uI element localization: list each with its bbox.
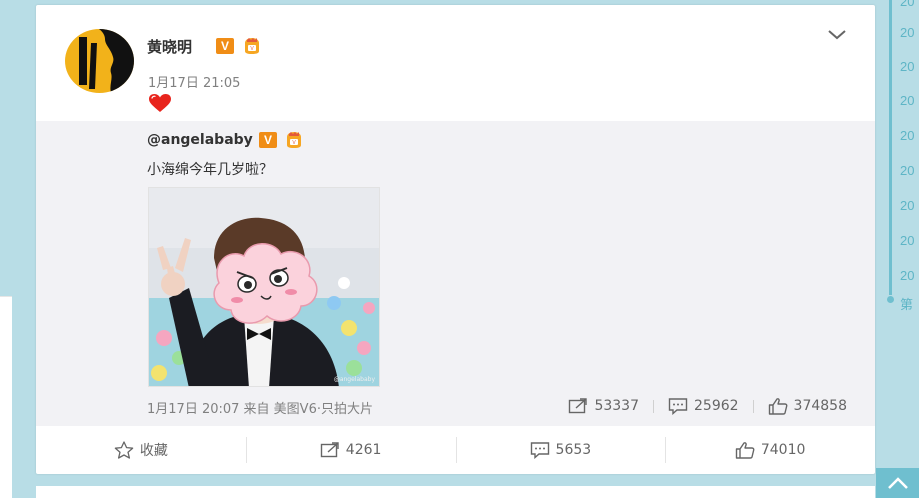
star-icon (114, 441, 134, 459)
timeline-year-item[interactable]: 20 (900, 163, 914, 178)
photo-illustration (149, 188, 379, 386)
repost-icon (320, 442, 339, 458)
favorite-label: 收藏 (139, 443, 168, 459)
original-repost-count[interactable]: 53337 (568, 397, 639, 415)
like-button[interactable]: 74010 (665, 426, 875, 474)
repost-icon (569, 398, 588, 414)
original-post-meta[interactable]: 1月17日 20:07 来自 美图V6·只拍大片 (147, 398, 373, 417)
divider (752, 399, 754, 413)
comment-icon (530, 442, 549, 459)
next-post-card (36, 486, 875, 498)
original-post-text: 小海绵今年几岁啦？ (147, 162, 273, 178)
reposted-content: @angelababy V V 小海绵今年几岁啦？ @angelababy 1月… (36, 121, 875, 426)
comment-count: 25962 (694, 398, 739, 414)
original-post-stats: 53337 25962 374858 (568, 397, 847, 415)
comment-button-count: 5653 (555, 442, 592, 458)
timeline-year-item[interactable]: 20 (900, 268, 914, 283)
like-count: 374858 (793, 398, 847, 414)
chevron-down-icon[interactable] (827, 27, 847, 41)
repost-button[interactable]: 4261 (245, 426, 456, 474)
repost-button-count: 4261 (345, 442, 382, 458)
repost-count: 53337 (594, 398, 639, 414)
arrow-up-icon (887, 477, 908, 489)
post-time[interactable]: 1月17日 21:05 (148, 72, 240, 91)
year-timeline: 20 20 20 20 20 20 20 20 20 第 (886, 0, 919, 320)
thumbs-up-icon (768, 398, 788, 415)
like-button-count: 74010 (760, 442, 806, 458)
timeline-line (889, 0, 892, 295)
post-photo[interactable]: @angelababy (148, 187, 380, 387)
original-like-count[interactable]: 374858 (768, 397, 847, 415)
fan-badge-icon[interactable]: V (241, 37, 263, 55)
avatar[interactable] (65, 29, 134, 93)
verified-v-badge[interactable]: V (216, 38, 234, 54)
thumbs-up-icon (735, 442, 755, 459)
verified-v-badge[interactable]: V (259, 132, 277, 148)
fan-badge-icon[interactable]: V (283, 131, 305, 149)
heart-emoji-icon (149, 94, 171, 112)
comment-icon (668, 398, 688, 415)
timeline-year-item[interactable]: 20 (900, 233, 914, 248)
photo-watermark: @angelababy (333, 376, 375, 383)
back-to-top-button[interactable] (876, 468, 919, 498)
original-comment-count[interactable]: 25962 (668, 397, 739, 415)
timeline-year-item[interactable]: 20 (900, 128, 914, 143)
timeline-year-item[interactable]: 20 (900, 93, 914, 108)
timeline-year-item[interactable]: 20 (900, 198, 914, 213)
timeline-year-item[interactable]: 20 (900, 59, 914, 74)
post-username[interactable]: 黄晓明 (147, 36, 192, 57)
comment-button[interactable]: 5653 (455, 426, 666, 474)
favorite-button[interactable]: 收藏 (36, 426, 246, 474)
timeline-more-item[interactable]: 第 (900, 294, 913, 313)
action-bar: 收藏 4261 5653 74010 (36, 426, 875, 474)
timeline-year-item[interactable]: 20 (900, 0, 914, 9)
left-panel (0, 296, 12, 498)
weibo-post-card: 黄晓明 V V 1月17日 21:05 @angelababy V V 小海绵今… (36, 5, 875, 474)
timeline-year-item[interactable]: 20 (900, 25, 914, 40)
divider (653, 399, 654, 413)
original-username[interactable]: @angelababy (147, 132, 253, 148)
timeline-dot (887, 296, 894, 303)
